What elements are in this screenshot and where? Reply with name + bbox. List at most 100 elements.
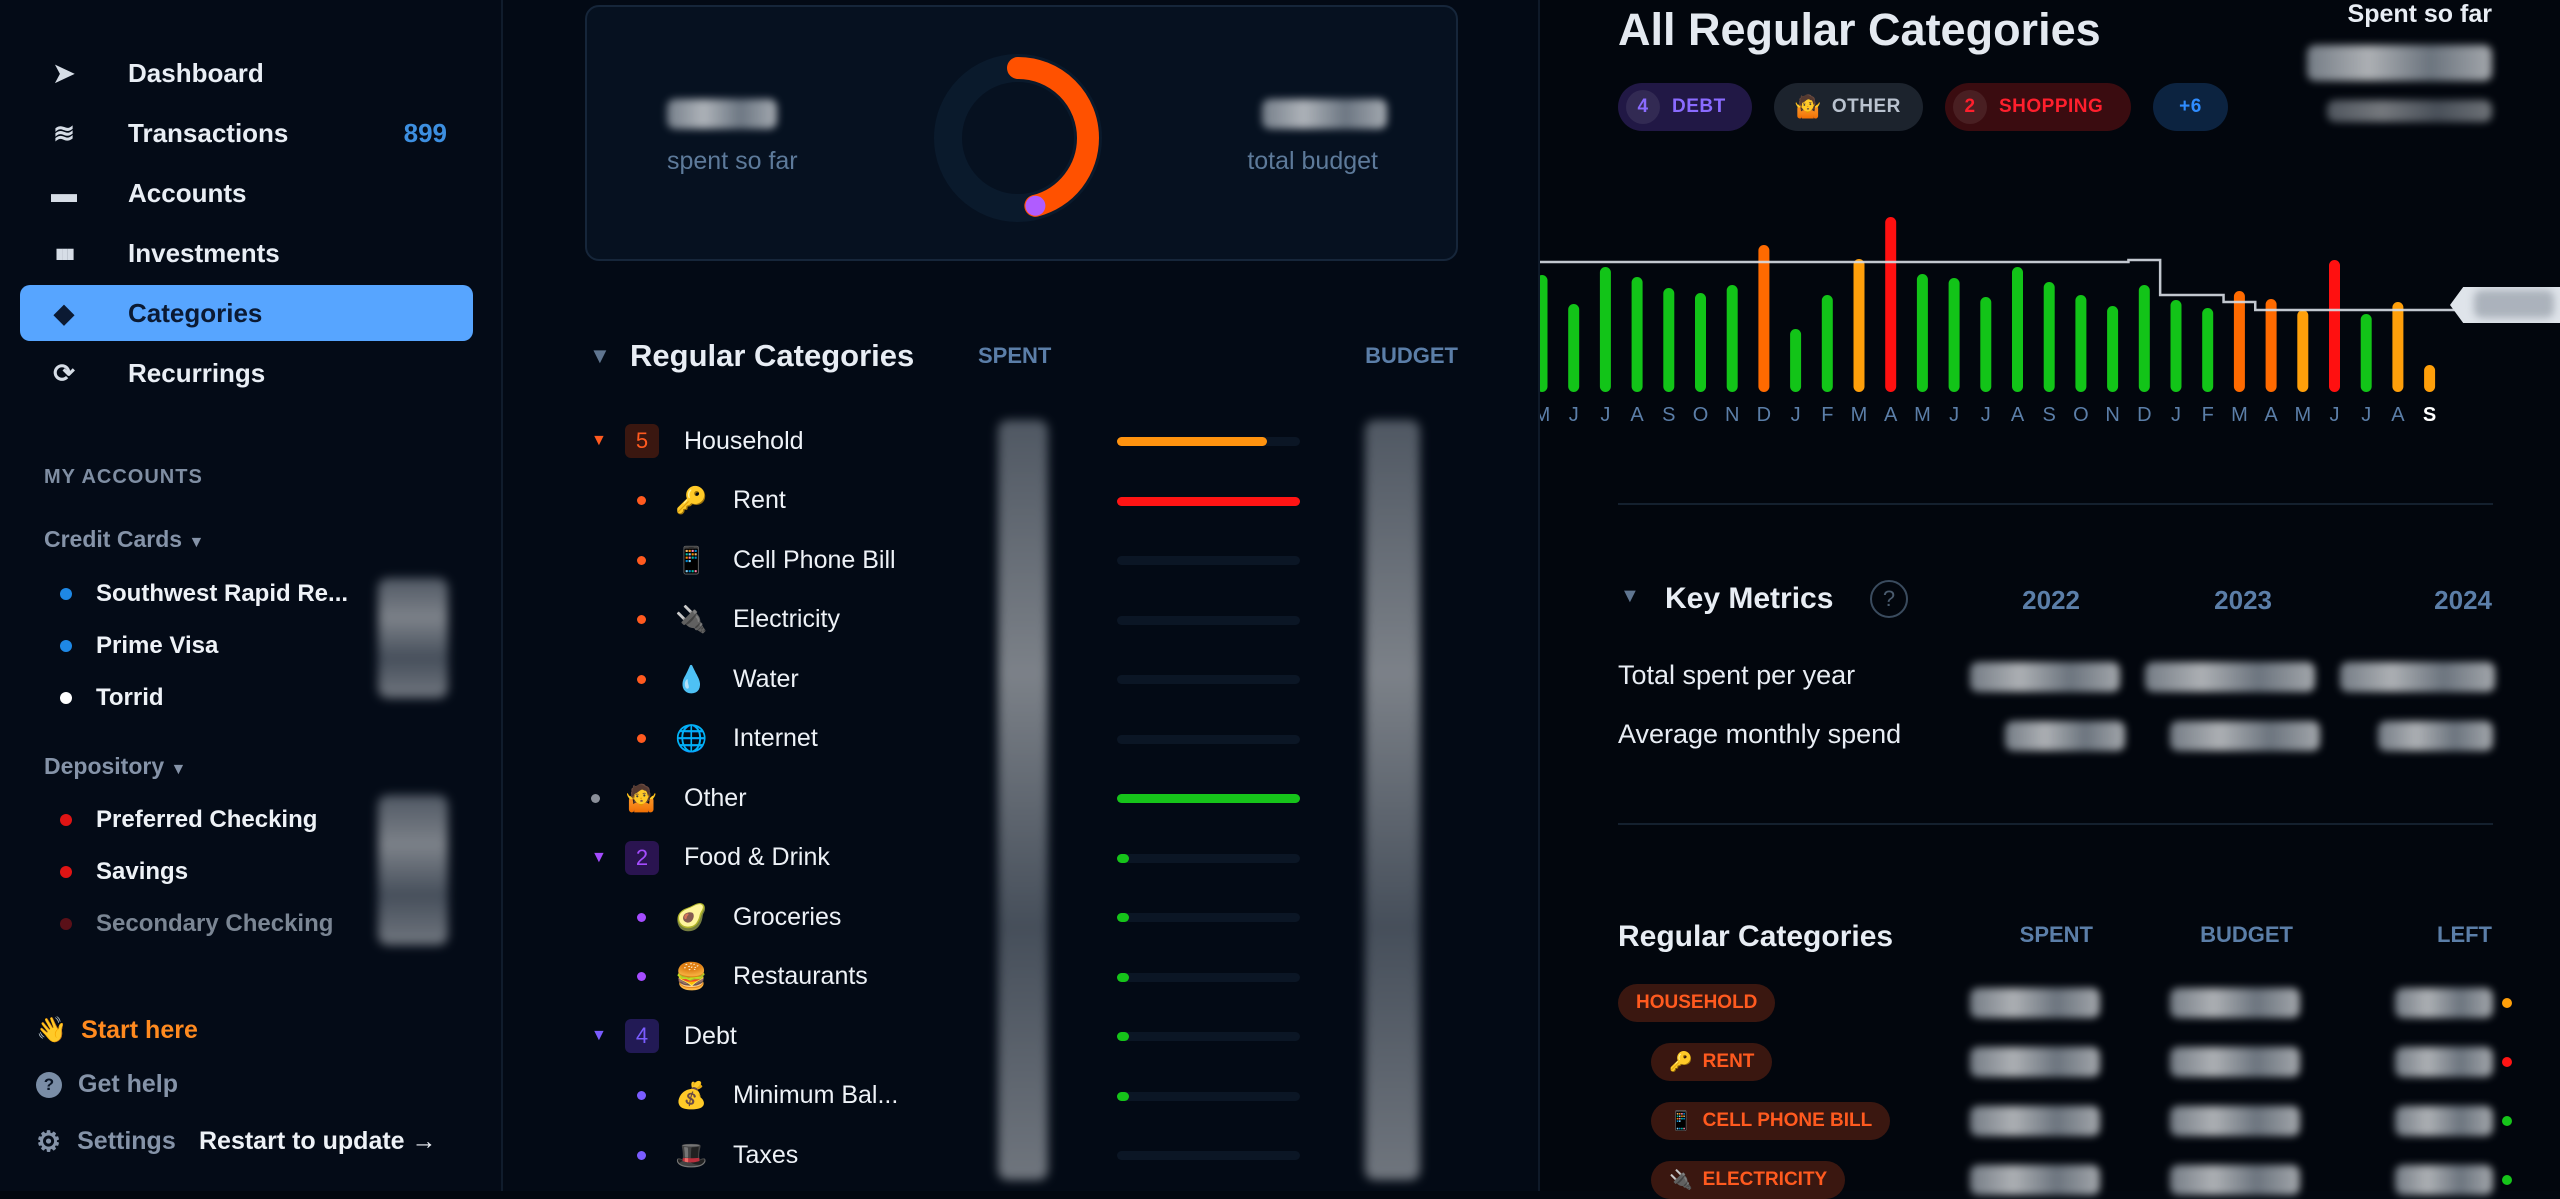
link-label: Settings — [77, 1127, 176, 1155]
sidebar-item-recurrings[interactable]: ⟳ Recurrings — [20, 345, 473, 401]
spending-bar[interactable] — [2202, 308, 2214, 392]
month-tick-label: J — [2361, 404, 2371, 426]
sidebar-item-transactions[interactable]: ≋ Transactions 899 — [20, 105, 473, 161]
collapse-triangle-icon[interactable]: ▼ — [1620, 585, 1640, 608]
layers-icon: ≋ — [53, 117, 75, 148]
category-pill[interactable]: 📱 CELL PHONE BILL — [1651, 1102, 1891, 1140]
category-pill[interactable]: HOUSEHOLD — [1618, 984, 1776, 1022]
month-tick-label: M — [1851, 404, 1868, 426]
spent-column-values — [998, 420, 1048, 1180]
sidebar-item-investments[interactable]: ▮▮▮ Investments — [20, 225, 473, 281]
spending-bar[interactable] — [2297, 310, 2309, 392]
spending-bar[interactable] — [2329, 260, 2340, 392]
total-spent-label: Total spent per year — [1618, 660, 1856, 690]
settings-link[interactable]: ⚙ Settings — [36, 1125, 176, 1158]
spending-bar[interactable] — [1599, 267, 1611, 392]
category-filter-pill[interactable]: 2 SHOPPING — [1945, 83, 2131, 131]
spending-bar[interactable] — [1948, 278, 1960, 392]
spending-bar[interactable] — [1726, 285, 1738, 392]
account-item[interactable]: Preferred Checking — [60, 806, 317, 834]
category-name: Debt — [684, 1021, 737, 1050]
spending-bar[interactable] — [1663, 288, 1675, 392]
sidebar-item-categories[interactable]: ◆ Categories — [20, 285, 473, 341]
metric-value — [1970, 662, 2120, 692]
spending-bar[interactable] — [1695, 293, 1706, 392]
spending-bar[interactable] — [1568, 304, 1580, 392]
account-item[interactable]: Secondary Checking — [60, 910, 333, 938]
category-name: Electricity — [733, 605, 840, 633]
spending-bar[interactable] — [1821, 295, 1833, 392]
category-emoji-icon: 💰 — [675, 1080, 708, 1110]
chevron-down-icon: ▼ — [188, 534, 205, 551]
spending-bar[interactable] — [2360, 314, 2372, 392]
category-filter-pill[interactable]: 4 DEBT — [1618, 83, 1752, 131]
collapse-triangle-icon[interactable]: ▼ — [591, 432, 607, 450]
category-dot — [591, 793, 600, 803]
budget-column-values — [1365, 420, 1420, 1180]
month-tick-label: N — [2105, 404, 2119, 426]
waving-hand-icon: 👋 — [36, 1016, 68, 1044]
recurring-icon: ⟳ — [53, 357, 75, 388]
get-help-link[interactable]: ? Get help — [36, 1070, 178, 1099]
spending-bar[interactable] — [1540, 275, 1548, 392]
sidebar-item-dashboard[interactable]: ➤ Dashboard — [20, 45, 473, 101]
budget-line-label — [2450, 287, 2560, 323]
group-label: Credit Cards — [44, 526, 183, 552]
category-filter-pill[interactable]: +6 — [2153, 83, 2228, 131]
collapse-triangle-icon[interactable]: ▼ — [591, 849, 607, 867]
spending-bar[interactable] — [1631, 277, 1643, 392]
month-tick-label: F — [2202, 404, 2214, 426]
spending-bar[interactable] — [2233, 291, 2245, 392]
category-pill[interactable]: 🔌 ELECTRICITY — [1651, 1161, 1846, 1199]
account-item[interactable]: Savings — [60, 858, 188, 886]
category-emoji-icon: 🔌 — [675, 604, 708, 634]
spending-bar[interactable] — [2392, 302, 2404, 392]
bar-chart-icon: ▮▮▮ — [55, 244, 74, 261]
category-emoji-icon: 🔑 — [1669, 1052, 1693, 1073]
collapse-triangle-icon[interactable]: ▼ — [591, 1027, 607, 1045]
transactions-count: 899 — [403, 117, 447, 148]
account-item[interactable]: Prime Visa — [60, 632, 218, 660]
account-item[interactable]: Southwest Rapid Re... — [60, 580, 348, 608]
spending-bar[interactable] — [1790, 329, 1802, 392]
start-here-link[interactable]: 👋 Start here — [36, 1016, 198, 1045]
credit-cards-group[interactable]: Credit Cards ▼ — [44, 526, 204, 553]
donut-end-segment — [1025, 195, 1046, 216]
spending-bar[interactable] — [1758, 245, 1770, 392]
spending-bar[interactable] — [2170, 300, 2182, 392]
category-name: Other — [684, 783, 747, 812]
spent-so-far-label: Spent so far — [2347, 0, 2492, 28]
account-item[interactable]: Torrid — [60, 684, 164, 712]
month-tick-label: M — [2231, 404, 2248, 426]
category-dot — [637, 1091, 646, 1100]
spending-bar[interactable] — [2043, 282, 2055, 392]
sidebar-item-accounts[interactable]: ▬ Accounts — [20, 165, 473, 221]
collapse-triangle-icon[interactable]: ▼ — [589, 343, 611, 369]
metric-value — [2340, 662, 2495, 692]
spending-bar[interactable] — [2265, 299, 2277, 392]
spending-bar[interactable] — [2107, 306, 2119, 392]
spending-bar[interactable] — [1853, 259, 1865, 392]
category-pill-label: HOUSEHOLD — [1636, 992, 1758, 1013]
category-pill[interactable]: 🔑 RENT — [1651, 1043, 1773, 1081]
account-color-dot — [60, 640, 72, 652]
category-name: Taxes — [733, 1140, 799, 1169]
credit-card-icon: ▬ — [51, 177, 77, 208]
divider — [1618, 503, 2493, 505]
spending-bar[interactable] — [2012, 267, 2023, 392]
spending-bar[interactable] — [2138, 285, 2150, 392]
spending-bar[interactable] — [1980, 297, 1992, 392]
category-filter-pill[interactable]: 🤷 OTHER — [1774, 83, 1923, 131]
depository-group[interactable]: Depository ▼ — [44, 753, 186, 780]
spending-bar[interactable] — [1916, 274, 1928, 392]
spending-bar[interactable] — [2075, 295, 2087, 392]
help-circle-icon: ? — [36, 1071, 62, 1098]
restart-to-update-button[interactable]: Restart to update → — [199, 1127, 437, 1156]
subcategory-count-badge: 5 — [625, 424, 659, 458]
help-icon[interactable]: ? — [1870, 580, 1908, 618]
budget-progress-fill — [1117, 496, 1300, 506]
spending-bar[interactable] — [1885, 217, 1897, 392]
month-tick-label: M — [2294, 404, 2311, 426]
spending-bar[interactable] — [2424, 365, 2436, 392]
month-tick-label: J — [1600, 404, 1610, 426]
